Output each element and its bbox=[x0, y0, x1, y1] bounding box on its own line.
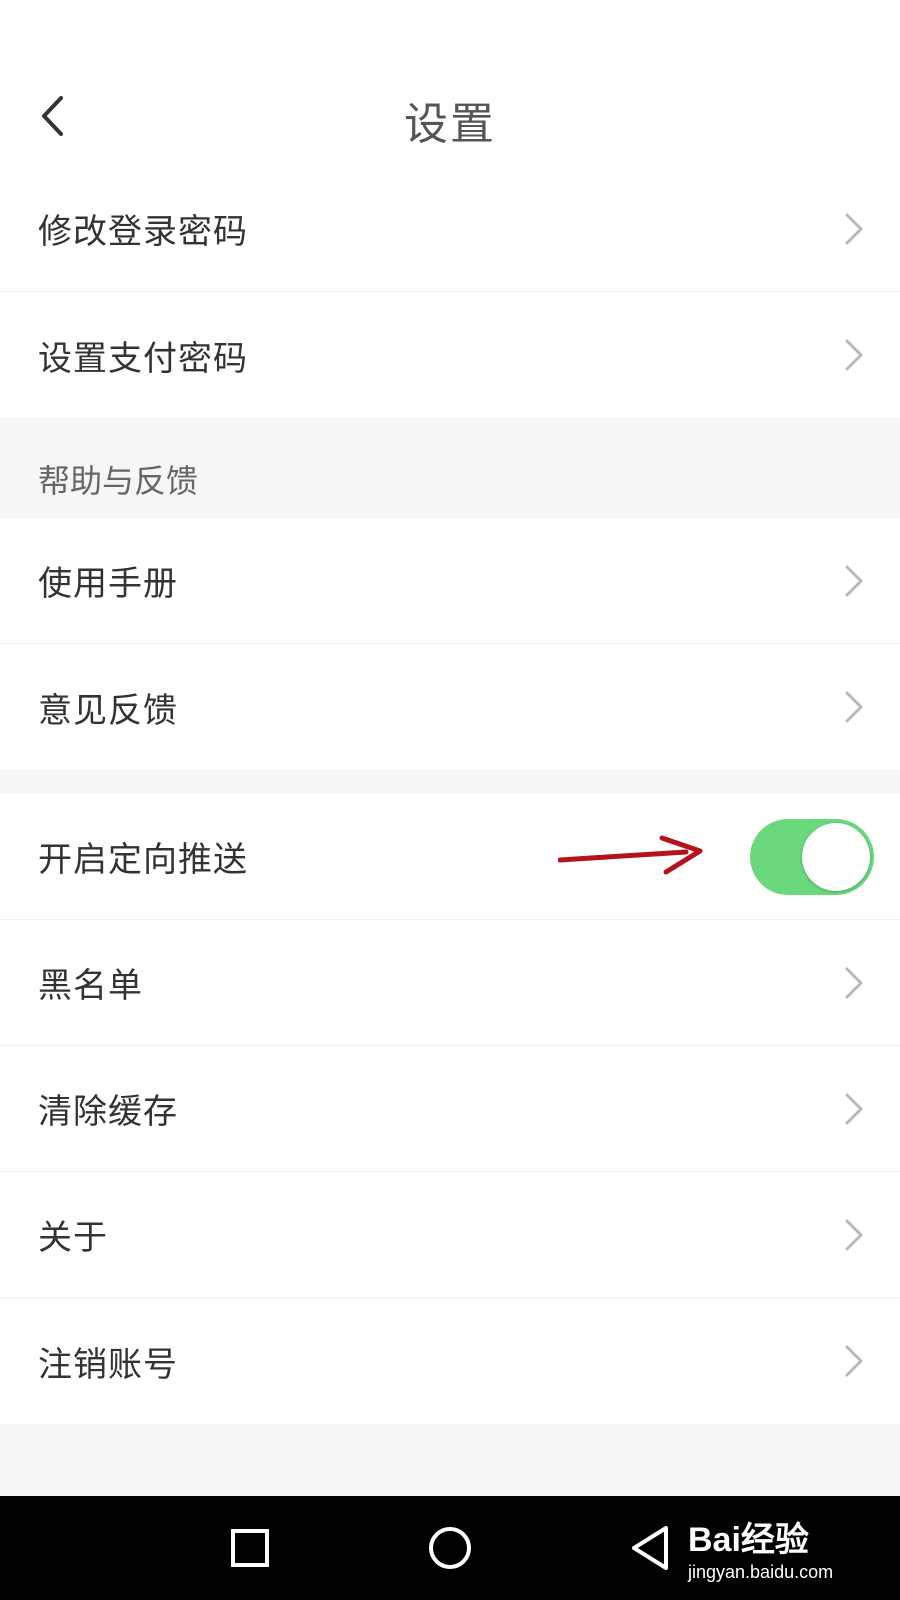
chevron-right-icon bbox=[845, 1345, 863, 1377]
settings-row-clear-cache[interactable]: 清除缓存 bbox=[0, 1046, 900, 1172]
page-title: 设置 bbox=[404, 99, 496, 150]
chevron-right-icon bbox=[845, 565, 863, 596]
chevron-right-icon bbox=[845, 339, 863, 371]
chevron-right-icon bbox=[845, 691, 863, 723]
circle-home-icon[interactable] bbox=[420, 1518, 480, 1578]
baidu-jingyan-watermark: Bai经验 jingyan.baidu.com bbox=[688, 1508, 888, 1594]
toggle-knob bbox=[802, 822, 870, 891]
section-header-help: 帮助与反馈 bbox=[0, 418, 900, 518]
watermark-main: Bai经验 bbox=[688, 1521, 809, 1559]
targeted-push-toggle[interactable] bbox=[750, 818, 874, 895]
settings-row-user-manual[interactable]: 使用手册 bbox=[0, 518, 900, 644]
row-label: 修改登录密码 bbox=[38, 212, 248, 252]
triangle-back-icon[interactable] bbox=[622, 1518, 682, 1578]
row-label: 使用手册 bbox=[38, 564, 178, 604]
row-label: 清除缓存 bbox=[38, 1092, 178, 1132]
section-title: 帮助与反馈 bbox=[38, 462, 199, 500]
row-label: 注销账号 bbox=[38, 1344, 178, 1385]
row-label: 开启定向推送 bbox=[38, 840, 248, 880]
settings-row-delete-account[interactable]: 注销账号 bbox=[0, 1298, 900, 1424]
square-recents-icon[interactable] bbox=[220, 1518, 280, 1578]
settings-row-targeted-push: 开启定向推送 bbox=[0, 794, 900, 920]
settings-row-blacklist[interactable]: 黑名单 bbox=[0, 920, 900, 1046]
settings-row-feedback[interactable]: 意见反馈 bbox=[0, 644, 900, 770]
row-label: 关于 bbox=[38, 1218, 108, 1258]
chevron-right-icon bbox=[845, 1093, 863, 1124]
watermark-sub: jingyan.baidu.com bbox=[688, 1562, 834, 1582]
settings-row-about[interactable]: 关于 bbox=[0, 1172, 900, 1298]
chevron-right-icon bbox=[845, 1219, 863, 1250]
chevron-right-icon bbox=[845, 213, 863, 244]
general-group: 开启定向推送 黑名单 清除缓存 关于 注销账号 bbox=[0, 794, 900, 1424]
row-label: 意见反馈 bbox=[38, 690, 178, 731]
settings-row-change-login-password[interactable]: 修改登录密码 bbox=[0, 166, 900, 292]
annotation-arrow-icon bbox=[558, 835, 703, 875]
help-feedback-group: 使用手册 意见反馈 bbox=[0, 518, 900, 770]
row-label: 黑名单 bbox=[38, 966, 143, 1006]
account-security-group: 修改登录密码 设置支付密码 bbox=[0, 166, 900, 418]
settings-row-set-payment-password[interactable]: 设置支付密码 bbox=[0, 292, 900, 418]
settings-screen: 设置 修改登录密码 设置支付密码 帮助与反馈 使用手册 意见反馈 开启定向推送 … bbox=[0, 0, 900, 1496]
row-label: 设置支付密码 bbox=[38, 338, 248, 379]
chevron-right-icon bbox=[845, 967, 863, 998]
header: 设置 bbox=[0, 0, 900, 176]
